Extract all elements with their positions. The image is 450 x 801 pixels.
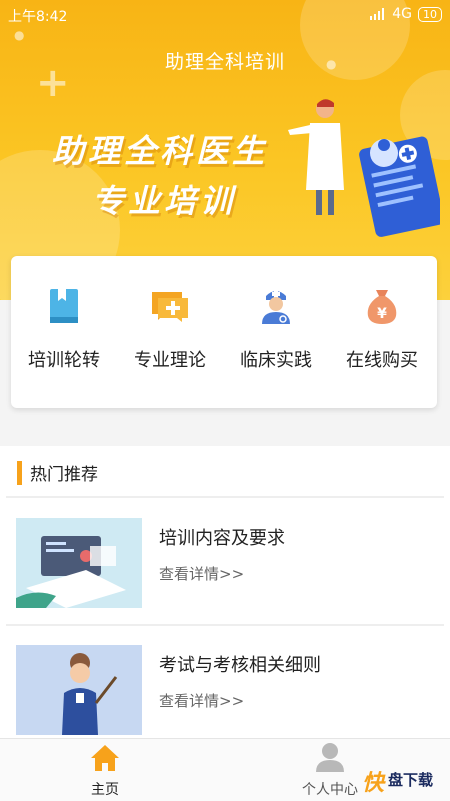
signal-icon [370,8,385,20]
watermark-text: 盘下载 [388,771,434,789]
category-theory[interactable]: 专业理论 [117,286,223,372]
chat-plus-icon [152,292,188,322]
tab-label: 主页 [91,782,119,798]
section-title: 热门推荐 [30,465,98,485]
divider [6,624,444,626]
user-icon [316,743,344,772]
page-title: 助理全科培训 [164,51,285,73]
tab-home[interactable]: 主页 [40,739,170,801]
category-training-rotation[interactable]: 培训轮转 [11,286,117,372]
item-more-link[interactable]: 查看详情>> [159,690,244,711]
item-title: 考试与考核相关细则 [159,655,321,676]
hero-banner: + ● ● 上午8:42 4G 10 助理全科培训 助理全科医生 专业培训 [0,0,450,300]
item-thumbnail [16,645,142,735]
doctor-icon [262,290,290,324]
home-icon [91,745,119,771]
watermark-brand: 快 [362,771,385,796]
category-clinical-practice[interactable]: 临床实践 [223,286,329,372]
category-label: 临床实践 [240,350,312,371]
recommend-section: 热门推荐 培训内容及要求 查看详情>> 考试与考核相关细则 查看详情>> [0,446,450,738]
dot-decor-icon: ● [14,28,25,42]
watermark-logo: 快 盘下载 [362,765,448,797]
status-time: 上午8:42 [8,9,68,25]
money-bag-icon: ¥ [367,290,397,324]
category-online-purchase[interactable]: ¥ 在线购买 [329,286,435,372]
list-item[interactable]: 培训内容及要求 查看详情>> [0,518,450,628]
section-accent-bar [17,460,22,485]
network-label: 4G [392,6,412,22]
item-more-link[interactable]: 查看详情>> [159,563,244,584]
category-card: 培训轮转 专业理论 临床实践 ¥ 在线购买 [11,256,437,408]
status-right: 4G 10 [370,6,442,22]
teacher-illustration-icon [62,653,118,735]
divider [6,496,444,498]
banner-headline: 助理全科医生 [52,132,269,170]
banner-subheadline: 专业培训 [92,182,237,220]
book-icon [50,289,78,323]
svg-text:¥: ¥ [377,306,387,322]
item-title: 培训内容及要求 [159,528,285,549]
section-header: 热门推荐 [17,460,98,485]
item-thumbnail [16,518,142,608]
category-label: 培训轮转 [28,350,100,371]
battery-icon: 10 [418,6,442,22]
list-item[interactable]: 考试与考核相关细则 查看详情>> [0,645,450,738]
doctor-illustration-icon [288,99,440,237]
training-illustration-icon [16,536,126,608]
category-label: 专业理论 [134,350,206,371]
category-label: 在线购买 [346,350,418,371]
status-bar: 上午8:42 4G 10 [0,0,450,30]
